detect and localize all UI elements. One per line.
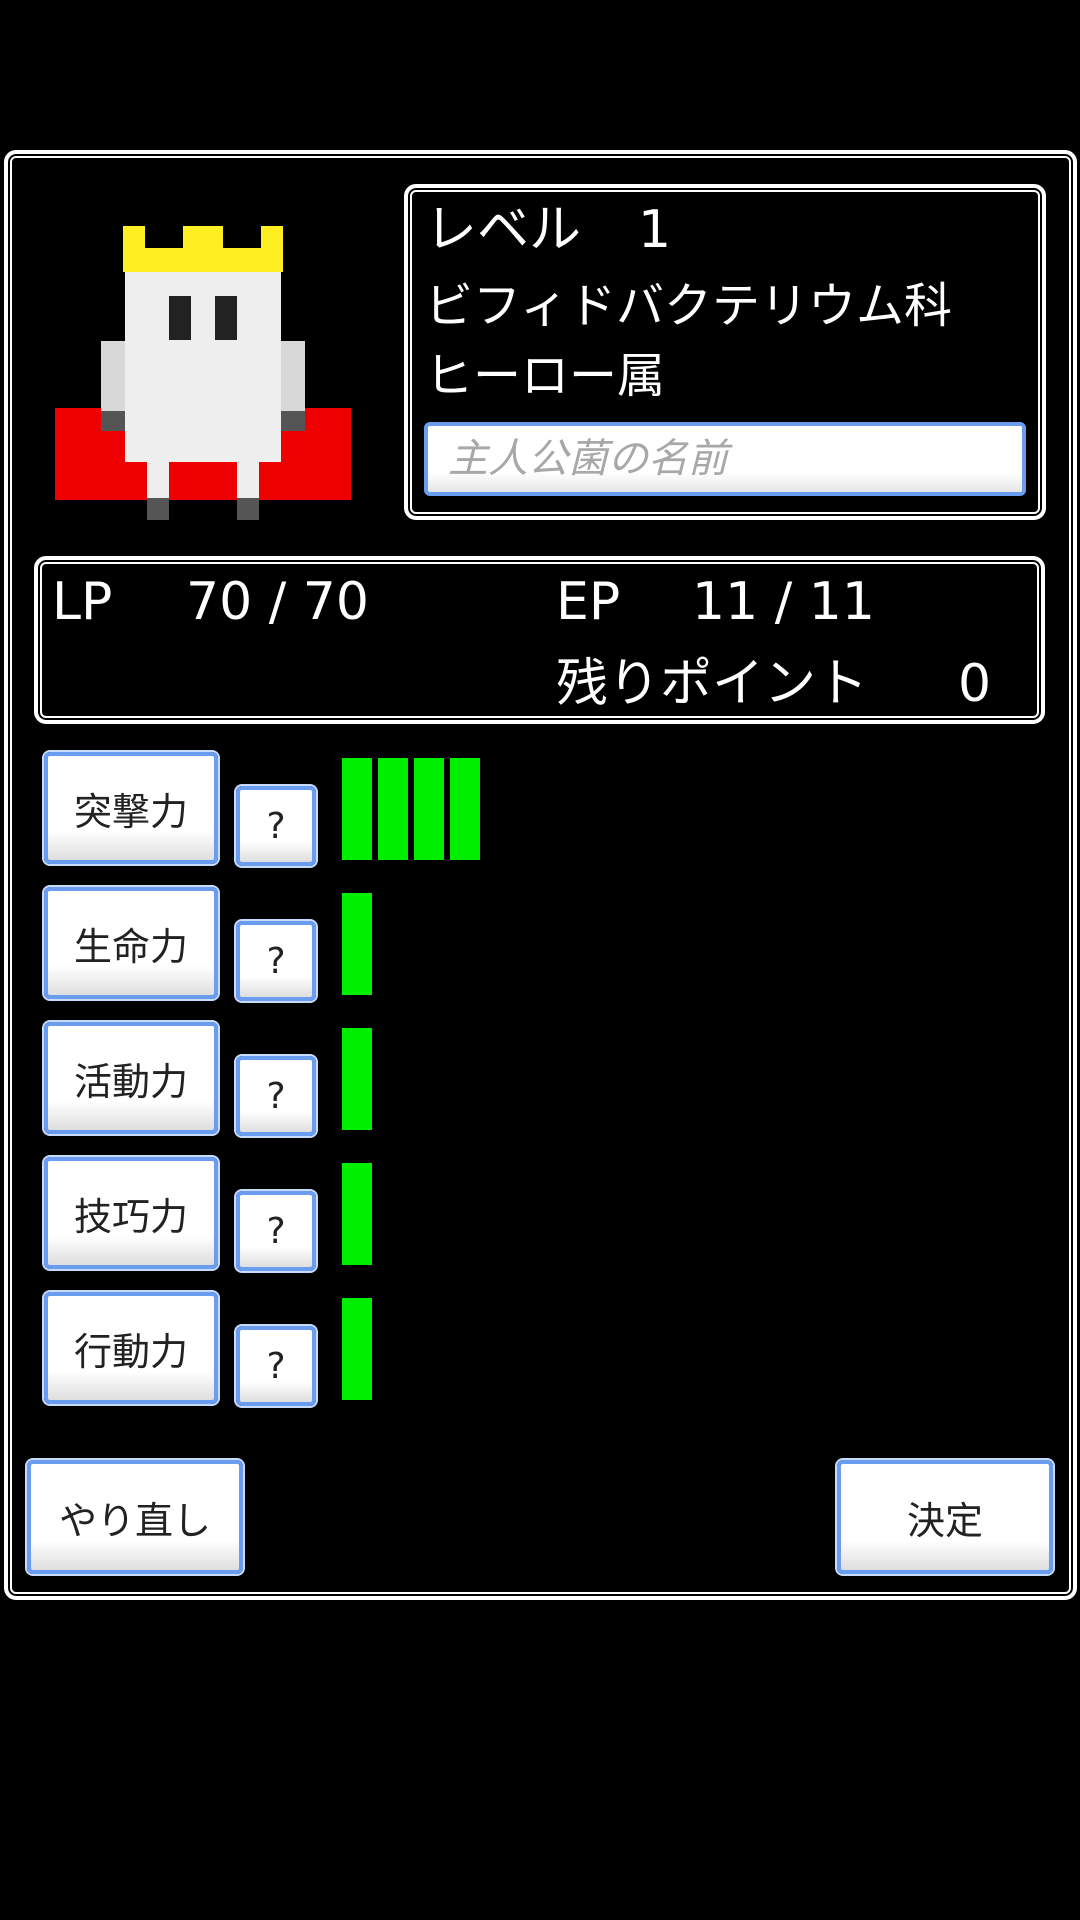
attribute-bar-segment	[342, 1298, 372, 1400]
confirm-button[interactable]: 決定	[837, 1460, 1053, 1574]
attribute-bar-skill	[342, 1163, 372, 1265]
ep-value: 11 / 11	[692, 572, 875, 632]
attribute-bar-segment	[342, 893, 372, 995]
attribute-bar-segment	[450, 758, 480, 860]
help-button-skill[interactable]: ?	[236, 1191, 316, 1271]
level-label: レベル	[425, 200, 582, 260]
hero-name-input[interactable]	[424, 422, 1026, 496]
attribute-bar-segment	[342, 1163, 372, 1265]
attribute-button-activity[interactable]: 活動力	[44, 1022, 218, 1134]
attribute-bar-attack	[342, 758, 480, 860]
level-value: 1	[638, 200, 672, 260]
genus-text: ヒーロー属	[425, 348, 666, 404]
hero-sprite-icon	[55, 226, 351, 522]
lp-value: 70 / 70	[186, 572, 369, 632]
remaining-points-label: 残りポイント	[556, 654, 869, 714]
remaining-points-value: 0	[958, 654, 992, 714]
ep-label: EP	[556, 572, 621, 632]
lp-label: LP	[52, 572, 113, 632]
attribute-bar-action	[342, 1298, 372, 1400]
attribute-button-skill[interactable]: 技巧力	[44, 1157, 218, 1269]
attribute-button-vitality[interactable]: 生命力	[44, 887, 218, 999]
attribute-button-attack[interactable]: 突撃力	[44, 752, 218, 864]
attribute-button-action[interactable]: 行動力	[44, 1292, 218, 1404]
attribute-bar-segment	[342, 758, 372, 860]
help-button-activity[interactable]: ?	[236, 1056, 316, 1136]
attribute-bar-vitality	[342, 893, 372, 995]
attribute-bar-segment	[342, 1028, 372, 1130]
attribute-bar-segment	[378, 758, 408, 860]
help-button-vitality[interactable]: ?	[236, 921, 316, 1001]
reset-button[interactable]: やり直し	[27, 1460, 243, 1574]
help-button-action[interactable]: ?	[236, 1326, 316, 1406]
family-text: ビフィドバクテリウム科	[425, 278, 953, 334]
attribute-bar-segment	[414, 758, 444, 860]
attribute-bar-activity	[342, 1028, 372, 1130]
help-button-attack[interactable]: ?	[236, 786, 316, 866]
